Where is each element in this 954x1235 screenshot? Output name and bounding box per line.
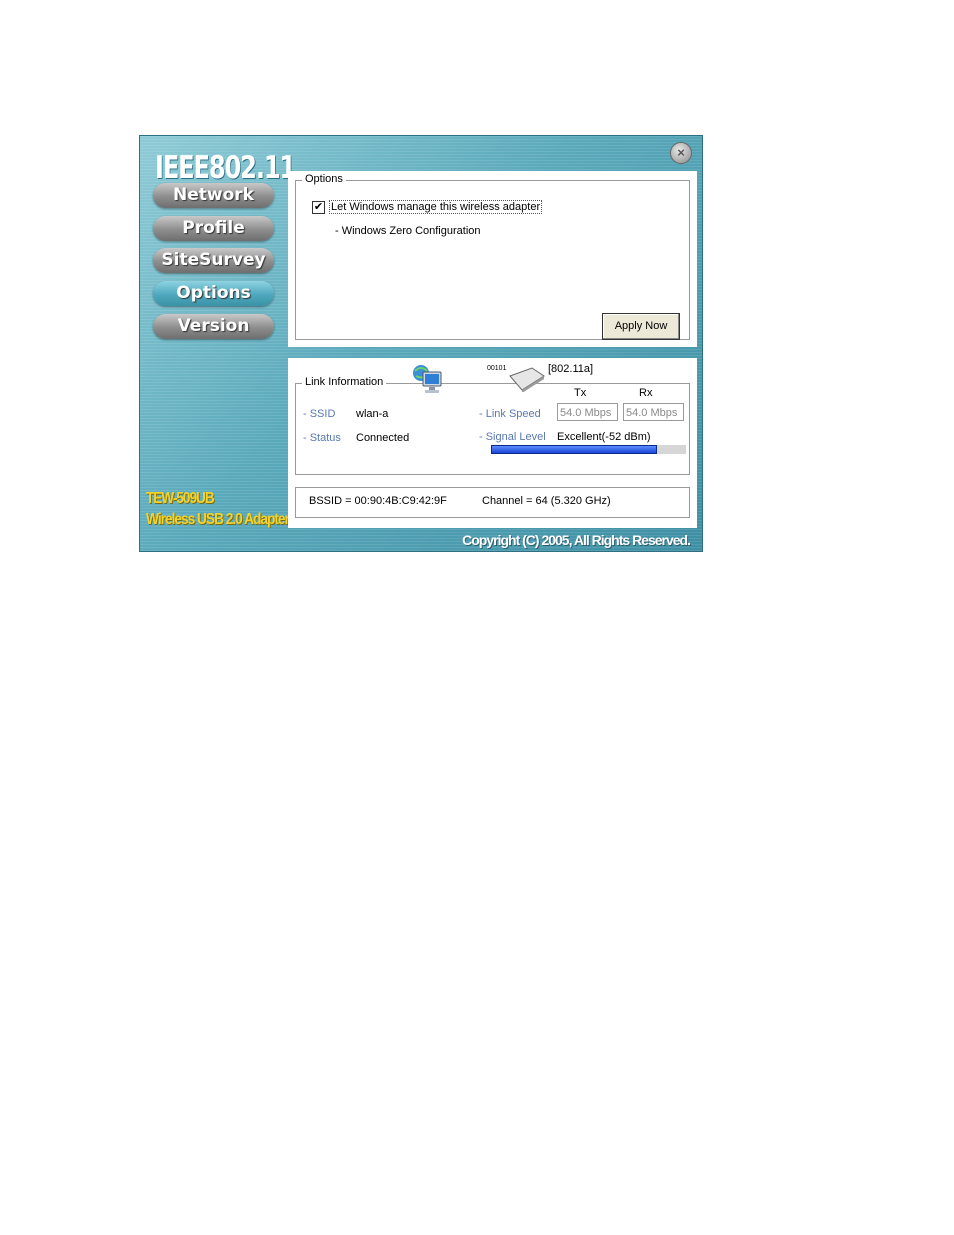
rx-header: Rx [639, 387, 653, 399]
options-panel: Options ✔ Let Windows manage this wirele… [288, 171, 697, 347]
options-groupbox: Options ✔ Let Windows manage this wirele… [295, 173, 690, 340]
brand-model: TEW-509UB [146, 490, 215, 507]
nav-profile-label: Profile [182, 218, 245, 238]
nav-profile-button[interactable]: Profile [153, 216, 274, 241]
manage-adapter-checkbox[interactable]: ✔ [312, 201, 325, 214]
device-bits-text: 00101 [487, 365, 507, 372]
tx-header: Tx [574, 387, 587, 399]
wireless-mode: [802.11a] [548, 363, 594, 375]
ssid-label: - SSID [303, 408, 336, 420]
link-speed-label: - Link Speed [479, 408, 541, 420]
nav-version-label: Version [177, 316, 250, 336]
usb-adapter-icon [509, 367, 545, 392]
signal-level-fill [491, 445, 657, 454]
bssid-box: BSSID = 00:90:4B:C9:42:9F Channel = 64 (… [295, 487, 690, 518]
brand-description: Wireless USB 2.0 Adapter [146, 511, 290, 528]
signal-level-value: Excellent(-52 dBm) [557, 431, 651, 443]
status-label: - Status [303, 432, 341, 444]
nav-version-button[interactable]: Version [153, 314, 274, 339]
link-info-groupbox: Link Information [295, 376, 690, 475]
network-computer-icon [413, 365, 442, 393]
close-icon[interactable]: × [670, 142, 692, 164]
copyright-text: Copyright (C) 2005, All Rights Reserved. [462, 532, 691, 548]
rx-speed-field: 54.0 Mbps [623, 403, 684, 421]
nav-network-label: Network [173, 185, 254, 205]
nav-sitesurvey-label: SiteSurvey [161, 250, 266, 270]
signal-level-label: - Signal Level [479, 431, 546, 443]
bssid-text: BSSID = 00:90:4B:C9:42:9F [309, 495, 447, 507]
app-logo: IEEE802.11 [155, 150, 296, 186]
nav-sitesurvey-button[interactable]: SiteSurvey [153, 248, 274, 273]
tx-speed-field: 54.0 Mbps [557, 403, 618, 421]
apply-now-button[interactable]: Apply Now [602, 313, 680, 340]
link-info-legend: Link Information [302, 376, 387, 388]
channel-text: Channel = 64 (5.320 GHz) [482, 495, 611, 507]
nav-options-label: Options [176, 283, 251, 303]
ssid-value: wlan-a [356, 408, 389, 420]
status-value: Connected [356, 432, 410, 444]
nav-options-button[interactable]: Options [153, 281, 274, 306]
nav-network-button[interactable]: Network [153, 183, 274, 208]
zero-config-text: - Windows Zero Configuration [335, 225, 481, 237]
link-info-panel: Link Information 00101 [802.11a] - SSID … [288, 358, 697, 528]
signal-level-bar [491, 445, 686, 454]
options-legend: Options [302, 173, 346, 185]
manage-adapter-label[interactable]: Let Windows manage this wireless adapter [329, 200, 543, 214]
wireless-utility-window: IEEE802.11 × Network Profile SiteSurvey … [139, 135, 703, 552]
